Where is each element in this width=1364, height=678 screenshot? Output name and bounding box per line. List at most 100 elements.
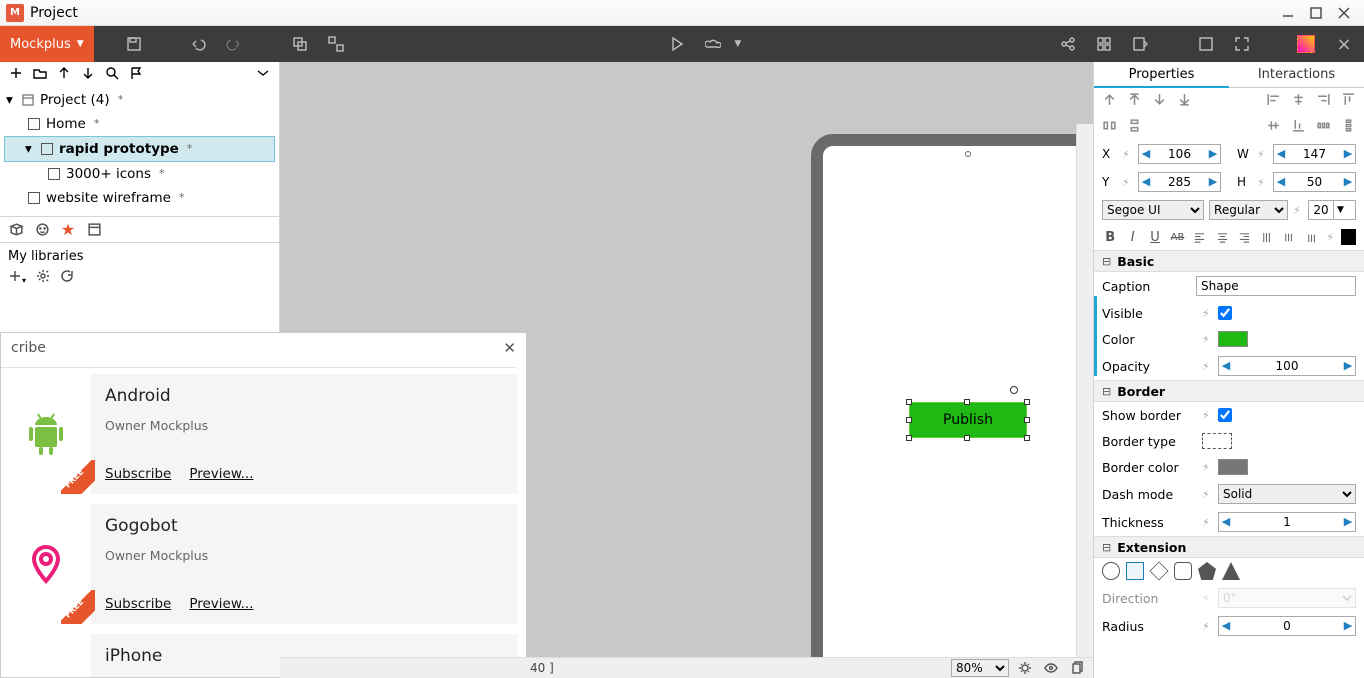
dist-v-icon[interactable]	[1127, 118, 1142, 137]
valign-mid[interactable]	[1281, 228, 1297, 246]
group-button[interactable]	[282, 26, 318, 62]
preview-link[interactable]: Preview...	[189, 596, 253, 612]
ungroup-button[interactable]	[318, 26, 354, 62]
preview-link[interactable]: Preview...	[189, 466, 253, 482]
shape-diamond[interactable]	[1149, 561, 1168, 580]
resize-handle[interactable]	[1024, 435, 1030, 441]
tab-masters[interactable]	[84, 220, 104, 240]
cloud-button[interactable]	[695, 26, 731, 62]
text-color-swatch[interactable]	[1341, 229, 1356, 245]
dist-h-icon[interactable]	[1102, 118, 1117, 137]
align-center-text[interactable]	[1214, 228, 1230, 246]
zoom-select[interactable]: 80%	[951, 659, 1009, 677]
align-center-icon[interactable]	[1291, 92, 1306, 111]
shape-triangle[interactable]	[1222, 562, 1240, 580]
section-border[interactable]: Border	[1094, 380, 1364, 402]
tab-properties[interactable]: Properties	[1094, 62, 1229, 88]
thickness-input[interactable]: ◀1▶	[1218, 512, 1356, 532]
opacity-input[interactable]: ◀100▶	[1218, 356, 1356, 376]
underline-button[interactable]: U	[1147, 228, 1163, 246]
border-type-swatch[interactable]	[1202, 433, 1232, 449]
minimize-button[interactable]	[1274, 3, 1302, 23]
resize-handle[interactable]	[906, 399, 912, 405]
grid-button[interactable]	[1086, 26, 1122, 62]
fullscreen-button[interactable]	[1224, 26, 1260, 62]
maximize-button[interactable]	[1302, 3, 1330, 23]
rotate-handle[interactable]	[1010, 386, 1018, 394]
collapse-icon[interactable]	[253, 66, 273, 80]
library-card[interactable]: FREE Gogobot Owner Mockplus Subscribe Pr…	[1, 504, 518, 624]
bring-frontward-icon[interactable]	[1102, 92, 1117, 111]
tree-page[interactable]: 3000+ icons*	[4, 162, 275, 186]
tab-icons[interactable]	[32, 220, 52, 240]
valign-top[interactable]	[1259, 228, 1275, 246]
tree-page-selected[interactable]: ▾ rapid prototype*	[4, 136, 275, 162]
redo-button[interactable]	[216, 26, 252, 62]
add-lib-icon[interactable]: ▾	[8, 268, 26, 287]
resize-handle[interactable]	[1024, 399, 1030, 405]
font-family-select[interactable]: Segoe UI	[1102, 200, 1204, 220]
bold-button[interactable]: B	[1102, 228, 1118, 246]
resize-handle[interactable]	[906, 435, 912, 441]
export-button[interactable]	[1122, 26, 1158, 62]
dashmode-select[interactable]: Solid	[1218, 484, 1356, 504]
shape-ellipse[interactable]	[1102, 562, 1120, 580]
align-left-text[interactable]	[1192, 228, 1208, 246]
play-button[interactable]	[659, 26, 695, 62]
subscribe-link[interactable]: Subscribe	[105, 466, 171, 482]
align-bottom-icon[interactable]	[1291, 118, 1306, 137]
caption-input[interactable]	[1196, 276, 1356, 296]
resize-handle[interactable]	[964, 435, 970, 441]
spread-h-icon[interactable]	[1316, 118, 1331, 137]
align-right-text[interactable]	[1237, 228, 1253, 246]
tab-favorites[interactable]: ★	[58, 220, 78, 240]
add-page-icon[interactable]	[6, 66, 26, 80]
selected-shape[interactable]: Publish	[909, 402, 1027, 438]
spread-v-icon[interactable]	[1341, 118, 1356, 137]
font-weight-select[interactable]: Regular	[1209, 200, 1288, 220]
brand-menu[interactable]: Mockplus▼	[0, 26, 94, 62]
h-input[interactable]: ◀50▶	[1273, 172, 1356, 192]
italic-button[interactable]: I	[1124, 228, 1140, 246]
bring-front-icon[interactable]	[1127, 92, 1142, 111]
resize-handle[interactable]	[906, 417, 912, 423]
section-extension[interactable]: Extension	[1094, 536, 1364, 558]
folder-icon[interactable]	[30, 66, 50, 80]
brightness-icon[interactable]	[1015, 660, 1035, 676]
strike-button[interactable]: AB	[1169, 228, 1185, 246]
canvas-scrollbar[interactable]	[1076, 124, 1093, 657]
font-size-input[interactable]: ▼	[1308, 200, 1356, 220]
window-single[interactable]	[1188, 26, 1224, 62]
showborder-checkbox[interactable]	[1218, 408, 1232, 422]
shape-rect[interactable]	[1126, 562, 1144, 580]
align-left-icon[interactable]	[1266, 92, 1281, 111]
valign-bot[interactable]	[1304, 228, 1320, 246]
subscribe-close[interactable]: ✕	[503, 339, 516, 357]
toolbar-close[interactable]: ×	[1324, 34, 1364, 55]
send-back-icon[interactable]	[1152, 92, 1167, 111]
library-card[interactable]: FREE Android Owner Mockplus Subscribe Pr…	[1, 374, 518, 494]
resize-handle[interactable]	[1024, 417, 1030, 423]
copy-icon[interactable]	[1067, 660, 1087, 676]
subscribe-link[interactable]: Subscribe	[105, 596, 171, 612]
x-input[interactable]: ◀106▶	[1138, 144, 1221, 164]
search-icon[interactable]	[102, 66, 122, 80]
tab-interactions[interactable]: Interactions	[1229, 62, 1364, 88]
eye-icon[interactable]	[1041, 660, 1061, 676]
y-input[interactable]: ◀285▶	[1138, 172, 1221, 192]
tree-root[interactable]: ▾ Project (4)*	[4, 88, 275, 112]
arrow-up-icon[interactable]	[54, 66, 74, 80]
flag-icon[interactable]	[126, 66, 146, 80]
sparkle-icon[interactable]	[1288, 26, 1324, 62]
cloud-menu[interactable]: ▼	[731, 26, 745, 62]
save-button[interactable]	[116, 26, 152, 62]
undo-button[interactable]	[180, 26, 216, 62]
refresh-icon[interactable]	[60, 268, 74, 287]
radius-input[interactable]: ◀0▶	[1218, 616, 1356, 636]
visible-checkbox[interactable]	[1218, 306, 1232, 320]
close-button[interactable]	[1330, 3, 1358, 23]
w-input[interactable]: ◀147▶	[1273, 144, 1356, 164]
fill-color-swatch[interactable]	[1218, 331, 1248, 347]
tab-components[interactable]	[6, 220, 26, 240]
shape-roundrect[interactable]	[1174, 562, 1192, 580]
